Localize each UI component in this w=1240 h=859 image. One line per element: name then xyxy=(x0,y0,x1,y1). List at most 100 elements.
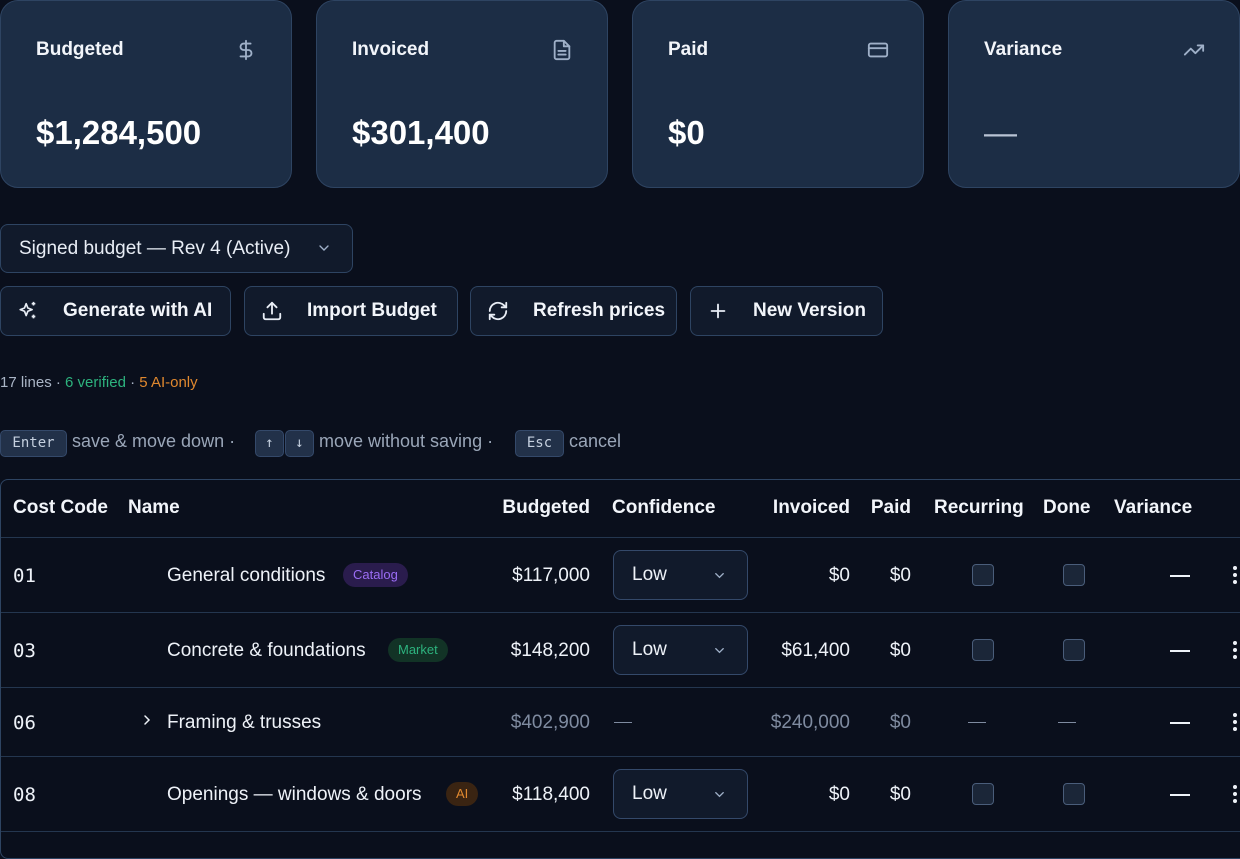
plus-icon xyxy=(707,300,729,322)
invoiced-value: $240,000 xyxy=(770,712,850,733)
new-version-label: New Version xyxy=(753,300,866,321)
confidence-select[interactable]: Low xyxy=(613,769,748,819)
confidence-dash xyxy=(614,722,632,723)
enter-key: Enter xyxy=(0,430,67,457)
chevron-down-icon xyxy=(712,568,727,583)
table-row[interactable]: 01 General conditions Catalog $117,000 L… xyxy=(1,537,1240,613)
row-menu-icon[interactable] xyxy=(1232,785,1238,805)
paid-value: $0 xyxy=(889,565,911,586)
budgeted-value[interactable]: $118,400 xyxy=(471,784,590,806)
generate-with-ai-button[interactable]: Generate with AI xyxy=(0,286,231,336)
table-row[interactable]: 03 Concrete & foundations Market $148,20… xyxy=(1,612,1240,688)
refresh-prices-button[interactable]: Refresh prices xyxy=(470,286,677,336)
up-key: ↑ xyxy=(255,430,284,457)
catalog-badge: Catalog xyxy=(343,563,408,587)
chevron-down-icon xyxy=(712,787,727,802)
budgeted-card: Budgeted $1,284,500 xyxy=(0,0,292,188)
variance-dash xyxy=(1170,650,1190,652)
invoiced-value: $61,400 xyxy=(781,640,850,661)
card-title: Invoiced xyxy=(352,39,430,60)
card-value: $0 xyxy=(668,114,705,151)
done-dash xyxy=(1058,722,1076,723)
confidence-select[interactable]: Low xyxy=(613,625,748,675)
header-done[interactable]: Done xyxy=(1043,497,1091,519)
paid-value: $0 xyxy=(889,784,911,805)
row-menu-icon[interactable] xyxy=(1232,566,1238,586)
header-budgeted[interactable]: Budgeted xyxy=(481,497,590,519)
cost-code: 01 xyxy=(13,565,36,587)
import-budget-button[interactable]: Import Budget xyxy=(244,286,458,336)
variance-dash xyxy=(1170,575,1190,577)
budgeted-value[interactable]: $148,200 xyxy=(471,640,590,662)
header-variance[interactable]: Variance xyxy=(1114,497,1192,519)
table-row[interactable] xyxy=(1,831,1240,858)
chevron-down-icon xyxy=(712,643,727,658)
header-confidence[interactable]: Confidence xyxy=(612,497,715,519)
header-recurring[interactable]: Recurring xyxy=(934,497,1024,519)
confidence-value: Low xyxy=(632,564,667,585)
separator: · xyxy=(51,374,66,391)
row-menu-icon[interactable] xyxy=(1232,713,1238,733)
recurring-dash xyxy=(968,722,986,723)
invoiced-value: $0 xyxy=(828,784,850,805)
esc-key: Esc xyxy=(515,430,564,457)
variance-card: Variance — xyxy=(948,0,1240,188)
confidence-value: Low xyxy=(632,639,667,660)
verified-count: 6 verified xyxy=(65,374,126,391)
line-name[interactable]: Openings — windows & doors xyxy=(167,784,422,806)
line-name[interactable]: General conditions xyxy=(167,565,325,587)
paid-value: $0 xyxy=(889,640,911,661)
budget-version-value: Signed budget — Rev 4 (Active) xyxy=(19,238,291,259)
recurring-checkbox[interactable] xyxy=(972,783,994,805)
line-name[interactable]: Framing & trusses xyxy=(167,712,321,734)
budgeted-value: $402,900 xyxy=(510,712,590,733)
separator: · xyxy=(125,374,140,391)
esc-hint: cancel xyxy=(569,431,622,451)
card-value: — xyxy=(984,114,1017,151)
budget-table: Cost Code Name Budgeted Confidence Invoi… xyxy=(0,479,1240,859)
cost-code: 08 xyxy=(13,784,36,806)
confidence-value: Low xyxy=(632,783,667,804)
refresh-prices-label: Refresh prices xyxy=(533,300,666,321)
header-name[interactable]: Name xyxy=(128,497,180,519)
table-row[interactable]: 08 Openings — windows & doors AI $118,40… xyxy=(1,756,1240,832)
enter-hint: save & move down · xyxy=(72,431,236,451)
recurring-checkbox[interactable] xyxy=(972,564,994,586)
chevron-down-icon xyxy=(316,240,332,256)
row-menu-icon[interactable] xyxy=(1232,641,1238,661)
table-row-group[interactable]: 06 Framing & trusses $402,900 $240,000 $… xyxy=(1,687,1240,757)
new-version-button[interactable]: New Version xyxy=(690,286,883,336)
header-invoiced[interactable]: Invoiced xyxy=(746,497,850,519)
ai-only-count: 5 AI-only xyxy=(139,374,198,391)
import-budget-label: Import Budget xyxy=(307,300,437,321)
generate-with-ai-label: Generate with AI xyxy=(63,300,213,321)
upload-icon xyxy=(261,300,283,322)
dollar-icon xyxy=(235,39,257,61)
document-icon xyxy=(551,39,573,61)
chevron-right-icon[interactable] xyxy=(139,709,153,731)
header-cost-code[interactable]: Cost Code xyxy=(13,497,108,519)
budgeted-value[interactable]: $117,000 xyxy=(471,565,590,587)
done-checkbox[interactable] xyxy=(1063,639,1085,661)
card-title: Variance xyxy=(984,39,1063,60)
budget-version-select[interactable]: Signed budget — Rev 4 (Active) xyxy=(0,224,353,273)
market-badge: Market xyxy=(388,638,448,662)
card-value: $301,400 xyxy=(352,114,490,151)
invoiced-value: $0 xyxy=(828,565,850,586)
invoiced-card: Invoiced $301,400 xyxy=(316,0,608,188)
card-title: Budgeted xyxy=(36,39,124,60)
recurring-checkbox[interactable] xyxy=(972,639,994,661)
refresh-icon xyxy=(487,300,509,322)
paid-value: $0 xyxy=(889,712,911,733)
done-checkbox[interactable] xyxy=(1063,564,1085,586)
sparkles-icon xyxy=(17,300,39,322)
line-summary: 17 lines · 6 verified · 5 AI-only xyxy=(0,374,198,391)
done-checkbox[interactable] xyxy=(1063,783,1085,805)
line-count: 17 lines xyxy=(0,374,52,391)
confidence-select[interactable]: Low xyxy=(613,550,748,600)
credit-card-icon xyxy=(867,39,889,61)
summary-cards: Budgeted $1,284,500 Invoiced $301,400 Pa… xyxy=(0,0,1240,190)
cost-code: 06 xyxy=(13,712,36,734)
header-paid[interactable]: Paid xyxy=(856,497,911,519)
line-name[interactable]: Concrete & foundations xyxy=(167,640,366,662)
